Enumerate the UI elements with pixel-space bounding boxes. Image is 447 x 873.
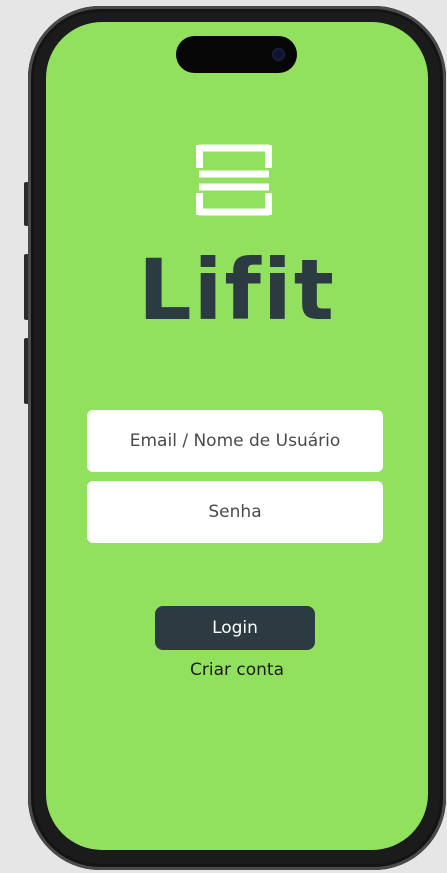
camera-icon <box>272 48 285 61</box>
email-username-input[interactable] <box>87 410 383 472</box>
brand-title: Lifit <box>138 241 336 339</box>
app-screen: Lifit Login Criar conta <box>46 22 428 850</box>
app-logo-icon <box>196 144 272 216</box>
dynamic-island <box>176 36 297 73</box>
login-button[interactable]: Login <box>155 606 315 650</box>
create-account-link[interactable]: Criar conta <box>46 660 428 680</box>
password-input[interactable] <box>87 481 383 543</box>
device-frame-stage: Lifit Login Criar conta <box>0 0 447 873</box>
